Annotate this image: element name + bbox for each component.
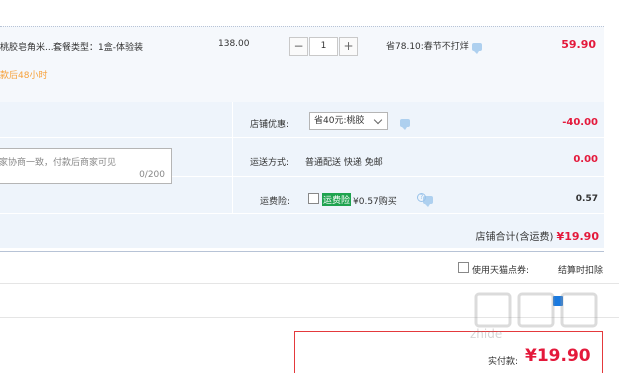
- qty-minus-button[interactable]: −: [289, 37, 308, 56]
- insurance-checkbox[interactable]: [308, 193, 319, 204]
- site-watermark: zhide: [470, 292, 598, 340]
- chat-icon[interactable]: [471, 42, 482, 54]
- insurance-amount: 0.57: [575, 194, 598, 204]
- item-title[interactable]: 桃胶皂角米...: [0, 40, 54, 53]
- shipping-method-value: 普通配送 快递 免邮: [305, 158, 383, 168]
- order-item-row: 桃胶皂角米... 套餐类型：1盒-体验装 款后48小时 138.00 − 1 +…: [0, 26, 604, 102]
- coupon-label: 使用天猫点券:: [472, 266, 530, 276]
- item-package-type: 套餐类型：1盒-体验装: [53, 43, 143, 53]
- final-pay-amount: ¥19.90: [525, 346, 591, 366]
- divider: [0, 283, 619, 284]
- shipping-amount: 0.00: [573, 154, 598, 165]
- chat-icon[interactable]: [400, 118, 410, 130]
- shop-discount-amount: -40.00: [562, 117, 598, 128]
- final-pay-label: 实付款:: [488, 357, 519, 367]
- qty-input[interactable]: 1: [309, 37, 338, 56]
- coupon-note: 结算时扣除: [558, 266, 604, 276]
- divider: [0, 251, 604, 252]
- shop-total: 店铺合计(含运费) ¥19.90: [476, 228, 599, 243]
- watermark-domain: zhide: [470, 327, 502, 340]
- shop-summary: 家协商一致，付款后商家可见 0/200 店铺优惠: 省40元:桃胶 -40.00…: [0, 102, 604, 248]
- item-promo: 省78.10:春节不打烊: [386, 39, 482, 54]
- item-subtotal: 59.90: [561, 38, 596, 51]
- qty-plus-button[interactable]: +: [339, 37, 358, 56]
- insurance-badge: 运费险: [322, 193, 352, 206]
- help-icon[interactable]: ?: [417, 193, 426, 202]
- shop-total-value: ¥19.90: [556, 230, 599, 243]
- buyer-message-input[interactable]: 家协商一致，付款后商家可见 0/200: [0, 148, 172, 184]
- message-char-count: 0/200: [139, 170, 165, 180]
- shop-discount-select[interactable]: 省40元:桃胶: [309, 112, 388, 130]
- shop-discount-label: 店铺优惠:: [250, 120, 290, 130]
- coupon-checkbox[interactable]: [458, 262, 469, 273]
- insurance-price: ¥0.57购买: [353, 197, 397, 207]
- insurance-label: 运费险:: [260, 197, 291, 207]
- message-placeholder: 家协商一致，付款后商家可见: [0, 158, 117, 168]
- quantity-stepper: − 1 +: [289, 37, 358, 56]
- shipping-method-label: 运送方式:: [250, 158, 290, 168]
- shop-total-label: 店铺合计(含运费): [475, 232, 554, 243]
- item-promo-text: 省78.10:春节不打烊: [386, 42, 469, 52]
- shop-discount-value: 省40元:桃胶: [314, 116, 365, 126]
- chevron-down-icon: [373, 115, 383, 125]
- unit-price: 138.00: [218, 39, 250, 49]
- shipping-note: 款后48小时: [0, 71, 48, 81]
